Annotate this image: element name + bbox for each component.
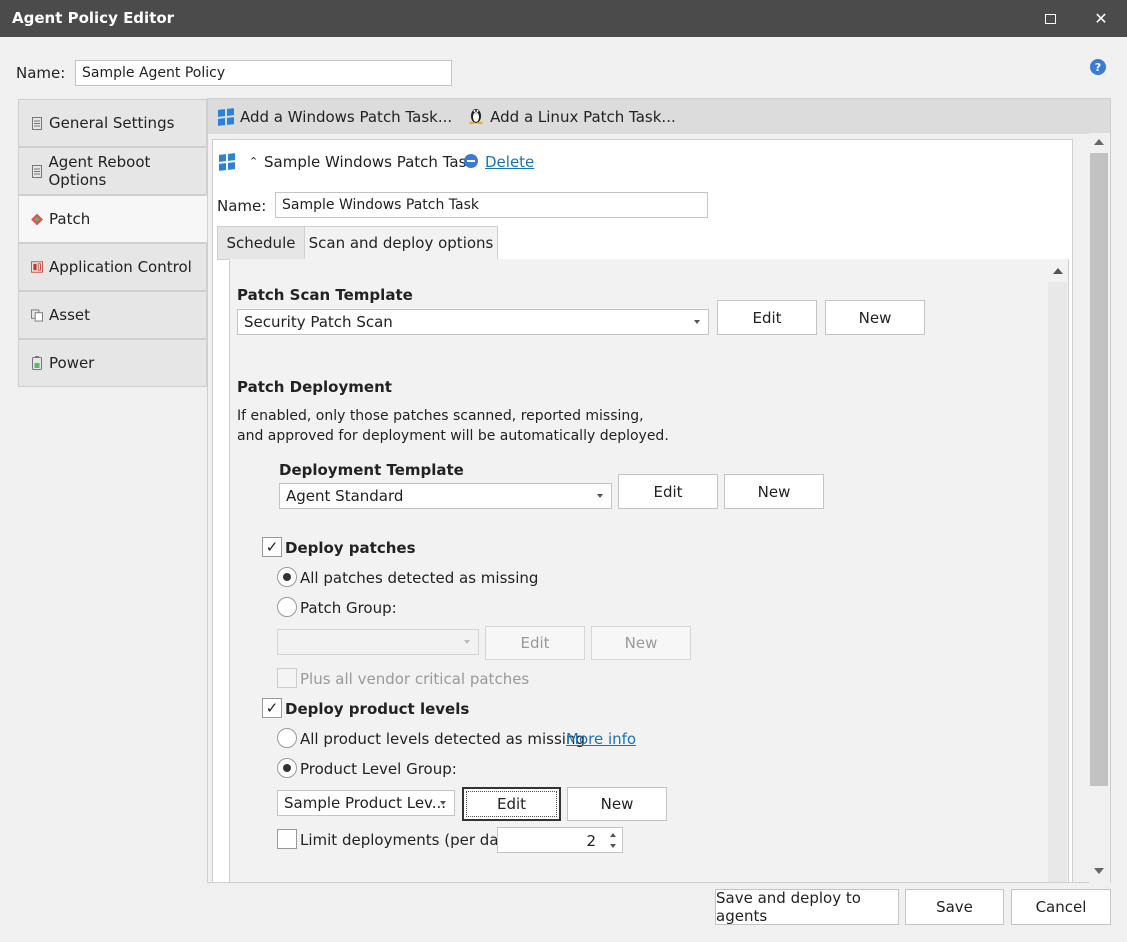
all-product-levels-label: All product levels detected as missing xyxy=(300,730,585,748)
patch-scan-template-select[interactable]: Security Patch Scan xyxy=(237,309,709,335)
windows-icon xyxy=(219,153,235,171)
policy-name-input[interactable] xyxy=(75,60,452,86)
checkmark-icon: ✓ xyxy=(265,538,279,556)
maximize-button[interactable] xyxy=(1027,0,1073,37)
limit-deployments-value: 2 xyxy=(586,832,596,850)
vendor-critical-label: Plus all vendor critical patches xyxy=(300,670,530,688)
task-name-label: Name: xyxy=(217,197,267,215)
deployment-template-edit-button[interactable]: Edit xyxy=(618,474,718,509)
scroll-up-icon[interactable] xyxy=(1094,139,1104,145)
vendor-critical-checkbox[interactable] xyxy=(277,668,297,688)
patch-group-label: Patch Group: xyxy=(300,599,397,617)
delete-icon[interactable] xyxy=(464,154,478,168)
add-linux-task-label: Add a Linux Patch Task... xyxy=(490,107,676,126)
maximize-icon xyxy=(1044,13,1056,24)
sidebar-item-general-settings[interactable]: General Settings xyxy=(18,99,207,147)
inner-scroll-up-icon[interactable] xyxy=(1053,268,1063,274)
asset-icon xyxy=(31,308,43,322)
scan-template-new-button[interactable]: New xyxy=(825,300,925,335)
help-icon[interactable]: ? xyxy=(1090,59,1106,75)
sidebar-item-label: Power xyxy=(49,354,95,372)
chevron-down-icon xyxy=(597,494,603,498)
sidebar-item-label: Agent Reboot Options xyxy=(48,153,151,189)
sidebar-item-agent-reboot-options[interactable]: Agent Reboot Options xyxy=(18,147,207,195)
sidebar-item-patch[interactable]: Patch xyxy=(18,195,207,243)
deployment-template-new-button[interactable]: New xyxy=(724,474,824,509)
sidebar-item-power[interactable]: Power xyxy=(18,339,207,387)
deployment-description-line1: If enabled, only those patches scanned, … xyxy=(237,408,644,424)
task-title: Sample Windows Patch Task xyxy=(264,153,476,171)
add-linux-task-button[interactable]: Add a Linux Patch Task... xyxy=(468,106,676,128)
all-patches-label: All patches detected as missing xyxy=(300,569,539,587)
linux-icon xyxy=(468,106,484,128)
close-button[interactable]: ✕ xyxy=(1078,0,1124,37)
chevron-down-icon xyxy=(440,801,446,805)
tab-scan-and-deploy-options[interactable]: Scan and deploy options xyxy=(304,226,498,260)
scan-template-edit-button[interactable]: Edit xyxy=(717,300,817,335)
product-level-group-radio[interactable] xyxy=(277,758,297,778)
tab-schedule[interactable]: Schedule xyxy=(217,226,305,260)
sidebar-item-label: General Settings xyxy=(49,114,175,132)
add-windows-task-label: Add a Windows Patch Task... xyxy=(240,107,453,126)
chevron-down-icon xyxy=(694,320,700,324)
deployment-template-value: Agent Standard xyxy=(286,487,404,505)
close-icon: ✕ xyxy=(1094,9,1108,28)
patch-scan-template-heading: Patch Scan Template xyxy=(237,286,413,304)
patch-scan-template-value: Security Patch Scan xyxy=(244,313,393,331)
patch-group-radio[interactable] xyxy=(277,597,297,617)
patch-deployment-heading: Patch Deployment xyxy=(237,378,392,396)
sidebar-item-label: Patch xyxy=(49,210,91,228)
checkmark-icon: ✓ xyxy=(265,699,279,717)
collapse-chevron-icon[interactable]: ⌃ xyxy=(249,155,258,168)
outer-scrollbar-thumb[interactable] xyxy=(1090,153,1108,786)
deploy-patches-checkbox[interactable]: ✓ xyxy=(262,537,282,557)
window-title: Agent Policy Editor xyxy=(12,9,175,27)
title-bar: Agent Policy Editor ✕ xyxy=(0,0,1127,37)
stepper-down-icon[interactable] xyxy=(610,844,616,848)
application-control-icon xyxy=(31,260,43,274)
add-windows-task-button[interactable]: Add a Windows Patch Task... xyxy=(218,108,452,126)
deployment-template-select[interactable]: Agent Standard xyxy=(279,483,612,509)
sidebar-item-label: Asset xyxy=(49,306,91,324)
all-patches-radio[interactable] xyxy=(277,567,297,587)
all-product-levels-radio[interactable] xyxy=(277,728,297,748)
patch-icon xyxy=(31,212,43,226)
chevron-down-icon xyxy=(464,640,470,644)
stepper-up-icon[interactable] xyxy=(610,833,616,837)
deploy-patches-label: Deploy patches xyxy=(285,539,416,557)
task-name-input[interactable] xyxy=(275,192,708,218)
product-level-group-label: Product Level Group: xyxy=(300,760,457,778)
deploy-product-levels-checkbox[interactable]: ✓ xyxy=(262,698,282,718)
limit-deployments-checkbox[interactable] xyxy=(277,829,297,849)
save-and-deploy-button[interactable]: Save and deploy to agents xyxy=(715,889,899,925)
delete-link[interactable]: Delete xyxy=(485,153,534,171)
power-icon xyxy=(31,356,43,370)
inner-scrollbar-thumb[interactable] xyxy=(1048,282,1067,882)
scroll-down-icon[interactable] xyxy=(1094,868,1104,874)
product-level-edit-button[interactable]: Edit xyxy=(462,787,561,821)
sidebar-item-label: Application Control xyxy=(49,258,192,276)
deploy-product-levels-label: Deploy product levels xyxy=(285,700,470,718)
product-level-group-select[interactable]: Sample Product Lev... xyxy=(277,790,455,816)
sidebar-item-application-control[interactable]: Application Control xyxy=(18,243,207,291)
cancel-button[interactable]: Cancel xyxy=(1011,889,1111,925)
product-level-group-value: Sample Product Lev... xyxy=(284,794,447,812)
limit-deployments-label: Limit deployments (per day) xyxy=(300,831,514,849)
patch-group-edit-button[interactable]: Edit xyxy=(485,626,585,660)
more-info-link[interactable]: More info xyxy=(566,730,636,748)
patch-group-select[interactable] xyxy=(277,629,479,655)
patch-toolbar: Add a Windows Patch Task... Add a Linux … xyxy=(208,99,1110,134)
document-icon xyxy=(31,164,42,178)
policy-name-label: Name: xyxy=(16,64,66,82)
patch-group-new-button[interactable]: New xyxy=(591,626,691,660)
save-button[interactable]: Save xyxy=(905,889,1004,925)
sidebar-item-asset[interactable]: Asset xyxy=(18,291,207,339)
document-icon xyxy=(31,116,43,130)
windows-icon xyxy=(218,107,234,126)
limit-deployments-stepper[interactable]: 2 xyxy=(497,827,623,853)
deployment-template-heading: Deployment Template xyxy=(279,461,464,479)
product-level-new-button[interactable]: New xyxy=(567,787,667,821)
deployment-description-line2: and approved for deployment will be auto… xyxy=(237,428,669,444)
